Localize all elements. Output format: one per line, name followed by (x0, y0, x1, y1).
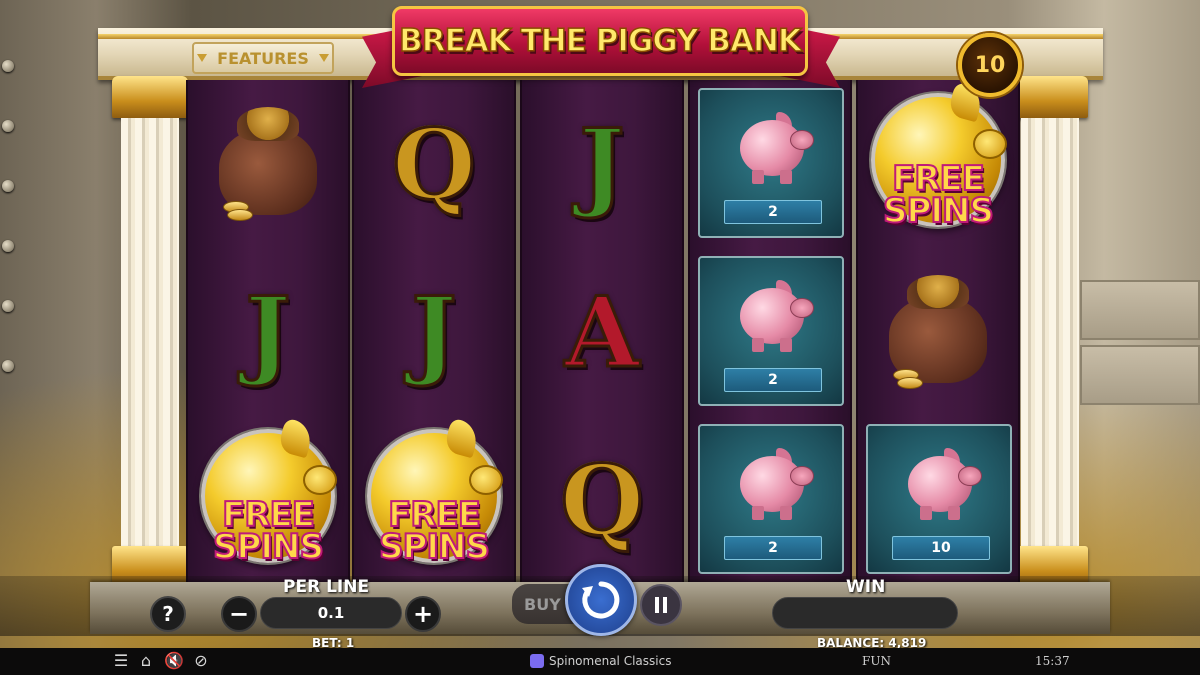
symbol-letter-text: J (578, 108, 626, 221)
per-line-value-display: 0.1 (260, 597, 402, 629)
symbol-letter-text: Q (391, 108, 478, 221)
pink-piggy-icon (738, 448, 814, 520)
pink-piggy-icon (738, 280, 814, 352)
symbol-coin-sack (188, 82, 348, 248)
gold-piggy-icon: FREE SPINS (193, 417, 343, 581)
piggy-value-box: 2 (724, 536, 822, 560)
free-spins-counter-value: 10 (974, 52, 1006, 78)
piggy-value: 2 (768, 540, 778, 556)
decrease-bet-button[interactable]: − (221, 596, 257, 632)
minus-icon: − (228, 600, 250, 628)
vault-bolt (2, 300, 14, 312)
symbol-letter-text: A (563, 276, 641, 389)
symbol-letter-a: A (522, 250, 682, 416)
menu-icon[interactable]: ☰ (112, 652, 130, 670)
piggy-tile: 2 (698, 424, 844, 574)
buy-label: BUY (524, 594, 561, 614)
chevron-down-icon (197, 54, 208, 62)
turbo-icon[interactable]: ⊘ (192, 652, 210, 670)
symbol-letter-text: J (244, 276, 292, 389)
mode-label: FUN (862, 654, 891, 668)
gold-piggy-icon: FREE SPINS (359, 417, 509, 581)
free-spins-line2: SPINS (212, 527, 325, 567)
symbol-piggy-value: 2 (690, 82, 850, 248)
reel-3: JAQ (520, 80, 684, 582)
features-label: FEATURES (217, 48, 309, 68)
free-spins-line2: SPINS (378, 527, 491, 567)
piggy-value: 2 (768, 204, 778, 220)
clock-label: 15:37 (1035, 654, 1070, 668)
free-spins-line2: SPINS (882, 191, 995, 231)
vault-bolt (2, 360, 14, 372)
vault-bolt (2, 180, 14, 192)
features-button[interactable]: FEATURES (192, 42, 334, 74)
reel-4: 2 2 2 (688, 80, 852, 582)
piggy-value: 2 (768, 372, 778, 388)
free-spins-text: FREE SPINS (193, 497, 343, 567)
symbol-piggy-value: 2 (690, 418, 850, 584)
plus-icon: + (412, 600, 434, 628)
win-display (772, 597, 958, 629)
help-icon: ? (162, 602, 174, 626)
symbol-free-spins: FREE SPINS (188, 417, 348, 584)
pink-piggy-icon (906, 448, 982, 520)
symbol-piggy-value: 2 (690, 250, 850, 416)
title-banner: BREAK THE PIGGY BANK (392, 6, 808, 76)
symbol-letter-j: J (354, 250, 514, 416)
footer-bar: ☰ ⌂ 🔇 ⊘ Spinomenal Classics FUN 15:37 (0, 648, 1200, 675)
piggy-value-box: 2 (724, 200, 822, 224)
symbol-coin-sack (858, 250, 1018, 416)
piggy-tile: 2 (698, 256, 844, 406)
vault-panel (1080, 345, 1200, 405)
spinomenal-logo-icon (530, 654, 544, 668)
vault-bolt (2, 120, 14, 132)
brand-label: Spinomenal Classics (549, 654, 672, 668)
increase-bet-button[interactable]: + (405, 596, 441, 632)
symbol-letter-text: Q (559, 444, 646, 557)
coin-sack-icon (883, 273, 993, 393)
symbol-free-spins: FREE SPINS (858, 81, 1018, 248)
vault-bolt (2, 240, 14, 252)
piggy-value: 10 (931, 540, 951, 556)
sound-muted-icon[interactable]: 🔇 (164, 652, 184, 670)
help-button[interactable]: ? (150, 596, 186, 632)
pause-icon (655, 597, 667, 613)
game-title: BREAK THE PIGGY BANK (398, 22, 802, 60)
per-line-label: PER LINE (283, 577, 370, 597)
spin-button[interactable] (565, 564, 637, 636)
piggy-value-box: 10 (892, 536, 990, 560)
symbol-letter-q: Q (522, 418, 682, 584)
autoplay-pause-button[interactable] (640, 584, 682, 626)
home-icon[interactable]: ⌂ (137, 652, 155, 670)
reel-5: FREE SPINS 10 (856, 80, 1020, 582)
reel-1: J FREE SPINS (186, 80, 350, 582)
pink-piggy-icon (738, 112, 814, 184)
per-line-value: 0.1 (317, 604, 345, 622)
free-spins-counter: 10 (958, 33, 1022, 97)
vault-bolt (2, 60, 14, 72)
symbol-free-spins: FREE SPINS (354, 417, 514, 584)
piggy-tile: 2 (698, 88, 844, 238)
symbol-piggy-value: 10 (858, 418, 1018, 584)
win-label: WIN (846, 577, 886, 597)
piggy-value-box: 2 (724, 368, 822, 392)
left-column (112, 76, 188, 588)
right-column (1012, 76, 1088, 588)
free-spins-text: FREE SPINS (863, 161, 1013, 231)
symbol-letter-q: Q (354, 82, 514, 248)
chevron-down-icon (318, 54, 329, 62)
free-spins-text: FREE SPINS (359, 497, 509, 567)
spin-icon (582, 581, 620, 619)
symbol-letter-j: J (522, 82, 682, 248)
coin-sack-icon (213, 105, 323, 225)
symbol-letter-text: J (410, 276, 458, 389)
gold-piggy-icon: FREE SPINS (863, 81, 1013, 245)
reel-2: Q J FREE SPINS (352, 80, 516, 582)
symbol-letter-j: J (188, 250, 348, 416)
piggy-tile: 10 (866, 424, 1012, 574)
vault-panel (1080, 280, 1200, 340)
